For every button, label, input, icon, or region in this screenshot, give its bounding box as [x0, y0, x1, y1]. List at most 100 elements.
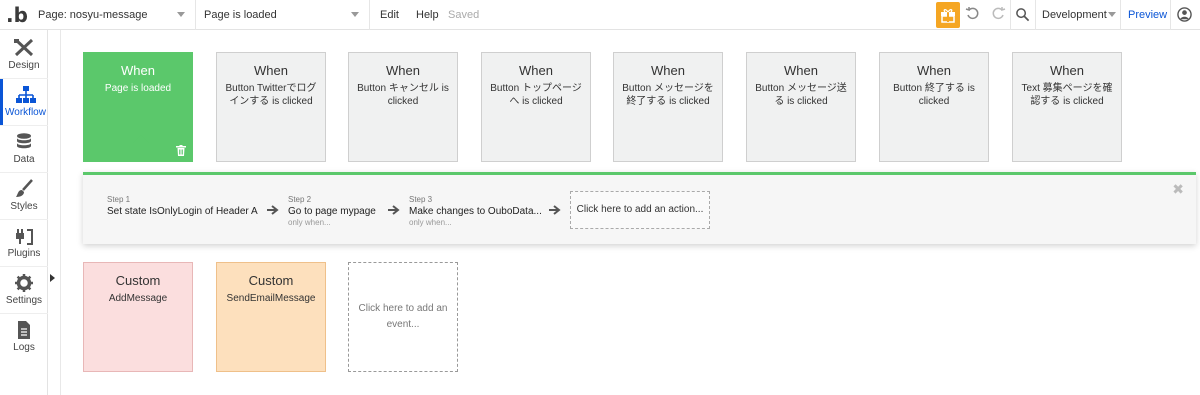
add-event-label: Click here to add an event... [358, 303, 448, 330]
selected-pointer [133, 135, 149, 143]
event-card[interactable]: When Text 募集ページを確認する is clicked [1012, 52, 1122, 162]
plugins-icon [16, 229, 33, 245]
undo-icon[interactable] [965, 6, 981, 22]
environment-select[interactable]: Development [1042, 0, 1107, 30]
event-card-head: When [254, 63, 288, 78]
step-number: Step 3 [409, 195, 433, 204]
step-condition: only when... [288, 218, 331, 227]
step-1[interactable]: Step 1 Set state IsOnlyLogin of Header A [107, 195, 258, 217]
design-icon [14, 38, 34, 57]
edit-menu[interactable]: Edit [380, 0, 399, 30]
workflow-icon [15, 86, 36, 103]
chevron-down-icon [1108, 12, 1116, 17]
bubble-logo[interactable]: .b [6, 3, 28, 27]
preview-button[interactable]: Preview [1128, 0, 1167, 30]
sidebar-item-styles[interactable]: Styles [0, 173, 48, 219]
help-menu[interactable]: Help [416, 0, 439, 30]
sidebar-item-workflow[interactable]: Workflow [0, 79, 48, 125]
saved-status: Saved [448, 9, 480, 21]
event-card-body: Button 終了する is clicked [893, 83, 975, 107]
sidebar-item-label: Workflow [5, 107, 46, 118]
event-card-body: Button メッセージ送る is clicked [755, 83, 847, 107]
event-card[interactable]: When Button キャンセル is clicked [348, 52, 458, 162]
event-card[interactable]: When Button メッセージ送る is clicked [746, 52, 856, 162]
event-card-head: When [519, 63, 553, 78]
sidebar-item-logs[interactable]: Logs [0, 314, 48, 360]
event-card-head: When [1050, 63, 1084, 78]
divider [1120, 0, 1121, 30]
event-card[interactable]: When Button トップページへ is clicked [481, 52, 591, 162]
divider [1010, 0, 1011, 30]
event-card-head: Custom [248, 273, 294, 288]
top-bar: .b Page: nosyu-message Page is loaded Ed… [0, 0, 1200, 30]
add-event-button[interactable]: Click here to add an event... [348, 262, 458, 372]
styles-icon [16, 179, 33, 197]
event-card[interactable]: When Button Twitterでログインする is clicked [216, 52, 326, 162]
chevron-down-icon [351, 12, 359, 17]
step-2[interactable]: Step 2 Go to page mypage only when... [288, 195, 376, 227]
event-card-body: SendEmailMessage [226, 293, 316, 304]
custom-event-card-sendemailmessage[interactable]: Custom SendEmailMessage [216, 262, 326, 372]
trash-icon[interactable] [176, 145, 186, 156]
event-card-head: When [651, 63, 685, 78]
event-card-body: Button Twitterでログインする is clicked [225, 83, 317, 107]
custom-event-card-addmessage[interactable]: Custom AddMessage [83, 262, 193, 372]
event-select[interactable]: Page is loaded [196, 0, 370, 30]
sidebar-item-plugins[interactable]: Plugins [0, 220, 48, 266]
left-sidebar: Design Workflow Data Styles Plugins Sett… [0, 30, 48, 395]
sidebar-item-label: Plugins [7, 248, 41, 259]
logs-icon [18, 321, 30, 339]
event-card-head: When [121, 63, 155, 78]
sidebar-item-label: Styles [10, 201, 38, 212]
sidebar-item-label: Data [13, 154, 35, 165]
actions-panel: Step 1 Set state IsOnlyLogin of Header A… [83, 172, 1196, 244]
step-title: Set state IsOnlyLogin of Header A [107, 206, 258, 217]
step-number: Step 2 [288, 195, 312, 204]
event-card-body: Button キャンセル is clicked [357, 83, 449, 107]
search-icon[interactable] [1015, 7, 1030, 22]
sidebar-item-design[interactable]: Design [0, 32, 48, 78]
page-select-value: Page: nosyu-message [38, 9, 148, 21]
divider [0, 78, 48, 79]
gift-button[interactable] [936, 2, 960, 28]
sidebar-item-settings[interactable]: Settings [0, 267, 48, 313]
close-icon[interactable]: ✖ [1172, 181, 1184, 198]
event-select-value: Page is loaded [204, 9, 277, 21]
chevron-right-icon[interactable] [50, 274, 55, 282]
event-card-body: Text 募集ページを確認する is clicked [1021, 83, 1113, 107]
divider [0, 172, 48, 173]
divider [0, 219, 48, 220]
page-select[interactable]: Page: nosyu-message [30, 0, 196, 30]
divider [0, 266, 48, 267]
environment-value: Development [1042, 9, 1107, 21]
user-icon[interactable] [1177, 7, 1192, 22]
event-card-body: AddMessage [108, 293, 168, 304]
event-card-page-loaded[interactable]: When Page is loaded [83, 52, 193, 162]
event-card[interactable]: When Button メッセージを終了する is clicked [613, 52, 723, 162]
add-action-button[interactable]: Click here to add an action... [570, 191, 710, 229]
gift-icon [941, 9, 955, 23]
redo-icon[interactable] [990, 6, 1006, 22]
divider [0, 313, 48, 314]
event-card-body: Button トップページへ is clicked [490, 83, 582, 107]
sidebar-item-label: Design [8, 60, 40, 71]
event-card[interactable]: When Button 終了する is clicked [879, 52, 989, 162]
step-3[interactable]: Step 3 Make changes to OuboData... only … [409, 195, 542, 227]
data-icon [17, 133, 31, 149]
event-card-head: Custom [115, 273, 161, 288]
step-number: Step 1 [107, 195, 131, 204]
divider [1170, 0, 1171, 30]
divider [1035, 0, 1036, 30]
chevron-down-icon [177, 12, 185, 17]
divider [0, 125, 48, 126]
event-card-body: Button メッセージを終了する is clicked [622, 83, 714, 107]
arrow-right-icon [267, 205, 279, 215]
event-card-head: When [917, 63, 951, 78]
arrow-right-icon [388, 205, 400, 215]
event-card-head: When [386, 63, 420, 78]
event-card-body: Page is loaded [104, 83, 172, 94]
step-title: Make changes to OuboData... [409, 206, 542, 217]
step-condition: only when... [409, 218, 452, 227]
sidebar-item-data[interactable]: Data [0, 126, 48, 172]
sidebar-item-label: Logs [13, 342, 35, 353]
